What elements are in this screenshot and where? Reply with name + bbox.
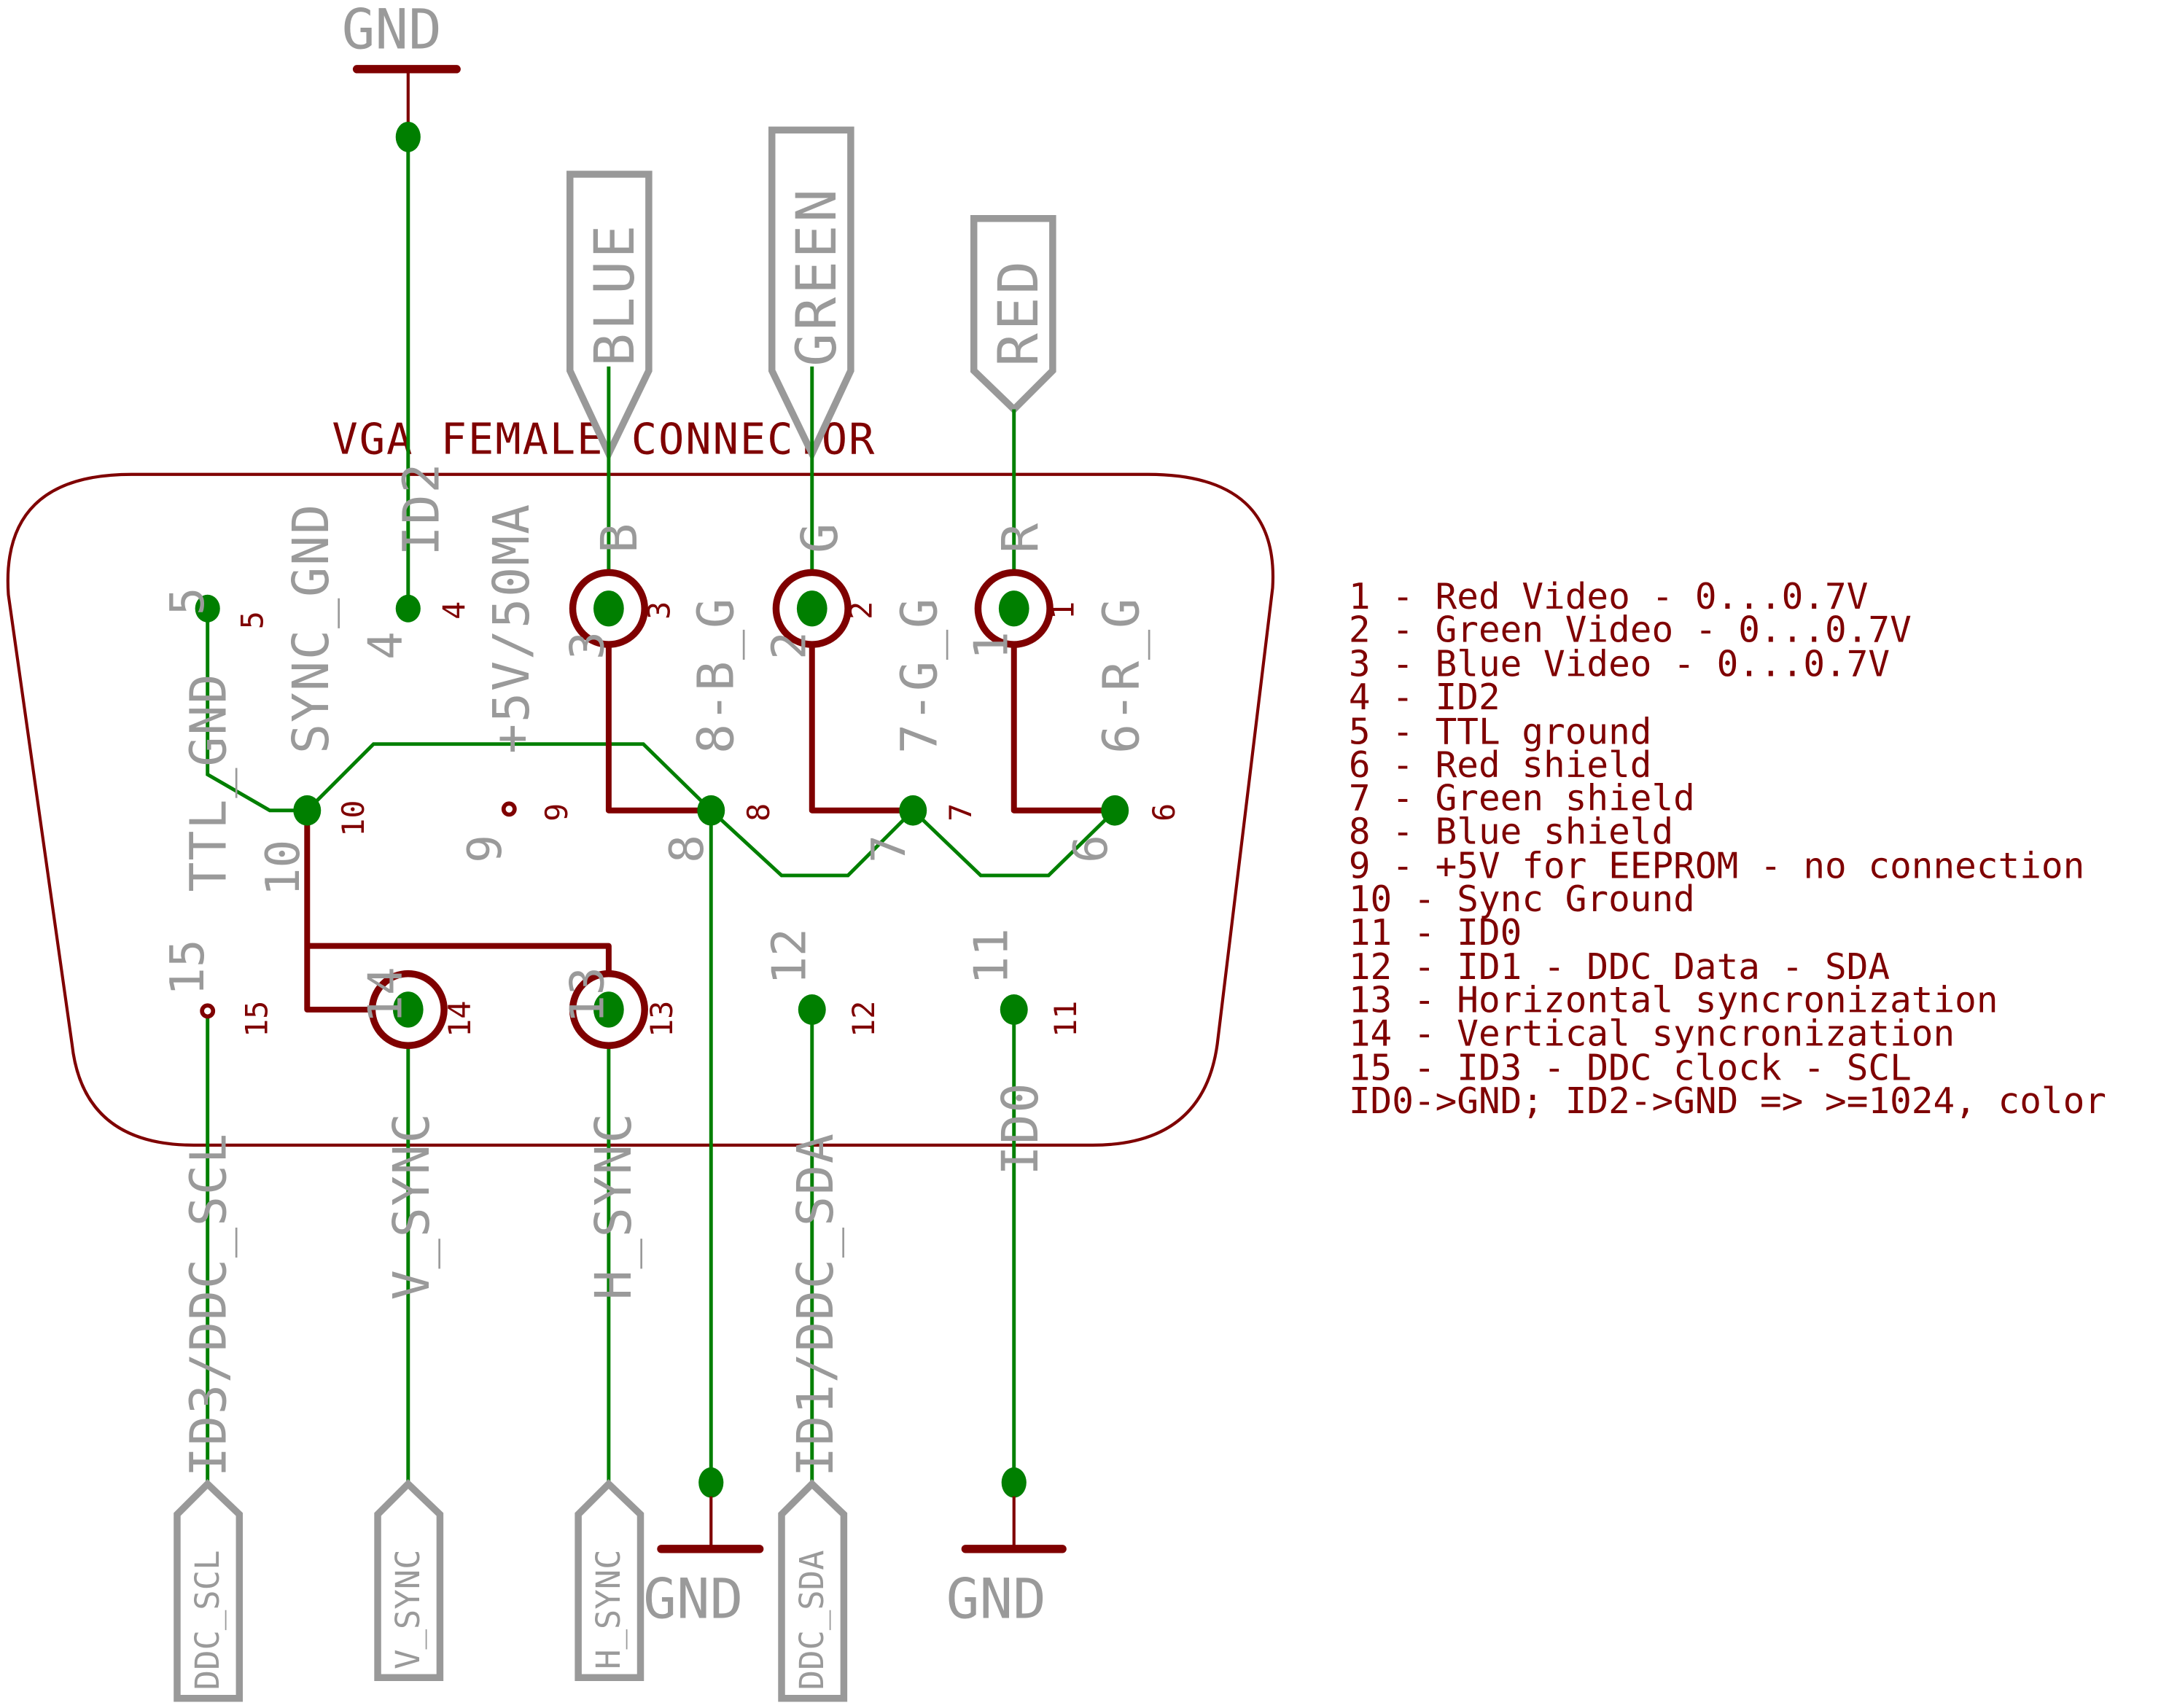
- net-flag-label: H_SYNC: [589, 1549, 628, 1669]
- pin-name-2: G: [792, 522, 849, 553]
- pinout-legend: 1 - Red Video - 0...0.7V 2 - Green Video…: [1349, 575, 2106, 1122]
- net-flag-v-sync: V_SYNC: [374, 1479, 444, 1682]
- net-flag-h-sync: H_SYNC: [575, 1479, 645, 1682]
- pin-9-no-connect: [501, 801, 517, 817]
- pin-number: 11: [964, 928, 1019, 985]
- junction-dot: [698, 1467, 724, 1498]
- pin-4-dot: [395, 594, 421, 623]
- pin-number: 6: [1146, 803, 1182, 822]
- pin-name-13: H_SYNC: [585, 1112, 643, 1300]
- pin-10-dot: [293, 795, 322, 826]
- ground-symbol-bottom-shield: GND: [643, 1496, 764, 1631]
- ground-label: GND: [643, 1567, 743, 1631]
- pin-number: 15: [238, 1001, 274, 1037]
- pin-number: 15: [160, 939, 215, 996]
- pin-number: 1: [964, 631, 1019, 660]
- pin-number: 6: [1064, 835, 1118, 863]
- pin-name-12: ID1/DDC_SDA: [787, 1132, 845, 1477]
- pin-3-dot: [593, 590, 624, 627]
- pin-number: 5: [160, 587, 215, 615]
- pin-7-dot: [899, 795, 927, 826]
- pin-number: 5: [235, 611, 270, 629]
- pin-number: 13: [560, 967, 615, 1023]
- net-flag-label: GREEN: [784, 186, 849, 366]
- pin-2-dot: [796, 590, 828, 627]
- pin-number: 3: [641, 601, 677, 620]
- pin-number: 7: [862, 835, 916, 863]
- pin-number: 10: [256, 840, 311, 897]
- net-flag-label: DDC_SCL: [188, 1551, 227, 1691]
- pin-number: 11: [1048, 1001, 1083, 1037]
- pin-11-dot: [1000, 994, 1028, 1025]
- pin-number: 8: [741, 803, 776, 822]
- net-flag-label: RED: [986, 258, 1051, 366]
- pin-number: 13: [644, 1001, 679, 1037]
- pin-8-dot: [697, 795, 725, 826]
- pin-number: 1: [1045, 601, 1080, 620]
- pin-name-15: ID3/DDC_SCL: [180, 1132, 238, 1477]
- pin-number: 2: [843, 601, 879, 620]
- pin-name-7: 7-G_G: [892, 597, 949, 754]
- pin-number: 9: [458, 835, 513, 863]
- pin-number: 7: [943, 803, 978, 822]
- net-flag-ddc-sda: DDC_SDA: [778, 1479, 848, 1702]
- ground-symbol-top: GND: [342, 0, 461, 136]
- pin-name-3: B: [591, 522, 649, 553]
- pin-number: 2: [762, 631, 817, 660]
- pin-name-6: 6-R_G: [1093, 597, 1150, 754]
- junction-dot: [395, 121, 421, 152]
- pin-name-5: TTL_GND: [180, 673, 238, 892]
- pin-number: 14: [442, 1001, 478, 1037]
- pin-name-9: +5V/50MA: [483, 503, 541, 754]
- net-flag-red: RED: [970, 215, 1056, 415]
- pin-15-no-connect: [200, 1003, 216, 1019]
- pin-name-10: SYNC_GND: [283, 503, 340, 754]
- ground-label: GND: [946, 1567, 1046, 1631]
- pin-number: 8: [660, 835, 714, 863]
- ground-label: GND: [342, 0, 442, 61]
- pin-name-4: ID2: [394, 462, 451, 556]
- pin-number: 14: [358, 967, 413, 1023]
- pin-name-14: V_SYNC: [383, 1112, 441, 1300]
- pin-12-dot: [798, 994, 826, 1025]
- pin-1-dot: [998, 590, 1029, 627]
- net-flag-label: DDC_SDA: [793, 1551, 831, 1691]
- pin-6-dot: [1101, 795, 1129, 826]
- pin-number: 4: [437, 601, 472, 620]
- net-flag-label: V_SYNC: [389, 1549, 427, 1669]
- vga-schematic: VGA FEMALE CONNECTOR GND BLUE GREEN RED: [6, 0, 2106, 1702]
- pin-number: 9: [539, 803, 575, 822]
- ground-symbol-bottom-id0: GND: [946, 1496, 1067, 1631]
- pin-number: 10: [335, 800, 371, 837]
- net-flag-label: BLUE: [583, 222, 647, 367]
- net-flag-ddc-scl: DDC_SCL: [174, 1479, 244, 1702]
- pin-name-1: R: [992, 522, 1050, 553]
- pin-number: 3: [560, 631, 615, 660]
- pin-number: 4: [358, 631, 413, 660]
- pin-number: 12: [846, 1001, 881, 1037]
- pin-name-8: 8-B_G: [688, 597, 746, 754]
- pin-name-11: ID0: [992, 1082, 1050, 1176]
- legend-line: ID0->GND; ID2->GND => >=1024, color: [1349, 1080, 2106, 1122]
- pin-number: 12: [762, 928, 817, 985]
- junction-dot: [1001, 1467, 1027, 1498]
